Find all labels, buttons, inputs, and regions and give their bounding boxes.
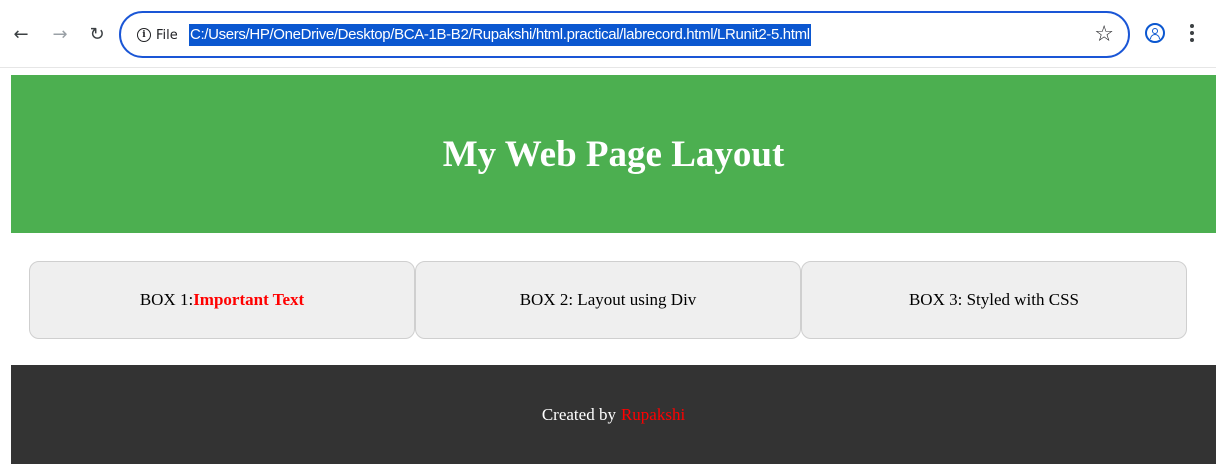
site-info-label: File	[156, 27, 178, 43]
footer-author: Rupakshi	[620, 404, 686, 424]
browser-toolbar: ← → ↻ i File C:/Users/HP/OneDrive/Deskto…	[0, 0, 1216, 68]
kebab-menu-icon[interactable]	[1184, 19, 1200, 47]
back-arrow-icon[interactable]: ←	[9, 20, 33, 48]
footer-prefix: Created by	[541, 404, 616, 424]
box-2: BOX 2: Layout using Div	[415, 261, 801, 339]
page-footer: Created by Rupakshi	[11, 365, 1216, 464]
box-3: BOX 3: Styled with CSS	[801, 261, 1187, 339]
star-icon[interactable]: ☆	[1094, 22, 1114, 47]
reload-icon[interactable]: ↻	[85, 20, 109, 48]
box-3-text: BOX 3: Styled with CSS	[908, 290, 1080, 309]
profile-icon[interactable]	[1145, 23, 1165, 43]
box-1-prefix: BOX 1:	[139, 290, 194, 309]
url-text[interactable]: C:/Users/HP/OneDrive/Desktop/BCA-1B-B2/R…	[189, 24, 811, 46]
box-1-highlight: Important Text	[193, 290, 305, 309]
address-bar[interactable]: i File C:/Users/HP/OneDrive/Desktop/BCA-…	[119, 11, 1130, 58]
forward-arrow-icon[interactable]: →	[48, 20, 72, 48]
info-icon: i	[137, 28, 151, 42]
page-title: My Web Page Layout	[442, 133, 785, 175]
page-header: My Web Page Layout	[11, 75, 1216, 233]
site-info-chip[interactable]: i File	[137, 24, 178, 46]
box-2-text: BOX 2: Layout using Div	[519, 290, 697, 309]
box-1: BOX 1: Important Text	[29, 261, 415, 339]
